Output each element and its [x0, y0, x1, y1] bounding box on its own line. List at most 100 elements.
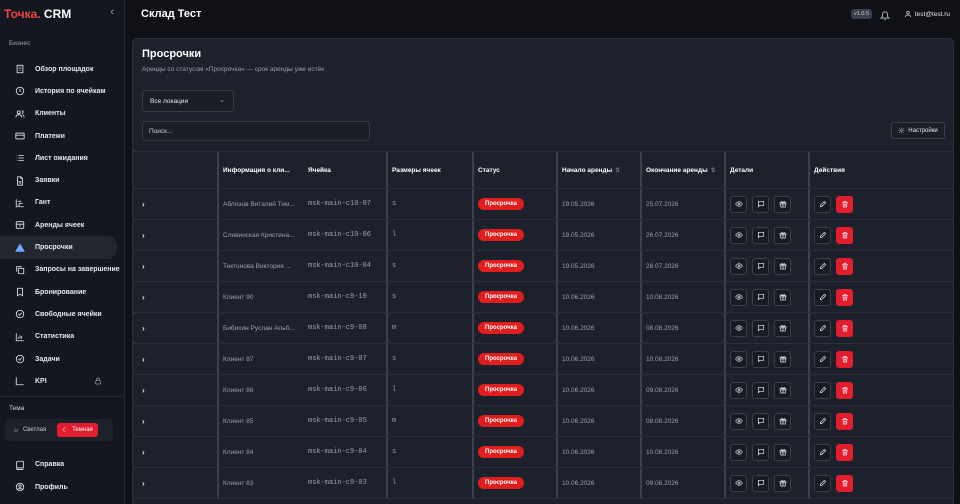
- bell-icon[interactable]: [879, 8, 891, 26]
- table-row[interactable]: › Абляэов Виталий Тим... msk-main-c10-07 s П…: [133, 189, 953, 220]
- chevron-right-icon[interactable]: ›: [142, 293, 145, 302]
- view-button[interactable]: [730, 474, 747, 492]
- comment-button[interactable]: [752, 257, 769, 275]
- view-button[interactable]: [730, 195, 747, 213]
- sidebar-item-0[interactable]: Обзор площадок: [0, 58, 124, 80]
- sidebar-item-12[interactable]: Статистика: [0, 326, 124, 348]
- gift-button[interactable]: [774, 195, 791, 213]
- edit-button[interactable]: [814, 226, 831, 244]
- sidebar-item-8[interactable]: Просрочки: [0, 236, 117, 259]
- edit-button[interactable]: [814, 319, 831, 337]
- chevron-right-icon[interactable]: ›: [142, 448, 145, 457]
- gift-button[interactable]: [774, 319, 791, 337]
- chevron-right-icon[interactable]: ›: [142, 355, 145, 364]
- sidebar-item-2[interactable]: Клиенты: [0, 103, 124, 125]
- view-button[interactable]: [730, 381, 747, 399]
- gift-button[interactable]: [774, 443, 791, 461]
- comment-button[interactable]: [752, 350, 769, 368]
- chevron-right-icon[interactable]: ›: [142, 262, 145, 271]
- table-row[interactable]: › Сливинская Кристина... msk-main-c10-06 l П…: [133, 220, 953, 251]
- gift-button[interactable]: [774, 350, 791, 368]
- theme-dark-button[interactable]: ☾ Темная: [57, 423, 98, 438]
- collapse-sidebar-icon[interactable]: ‹: [110, 6, 114, 18]
- edit-button[interactable]: [814, 257, 831, 275]
- edit-button[interactable]: [814, 412, 831, 430]
- table-row[interactable]: › Бибихин Руслан Альб... msk-main-c9-08 m Пр…: [133, 313, 953, 344]
- gift-button[interactable]: [774, 257, 791, 275]
- delete-button[interactable]: [836, 226, 853, 244]
- search-input[interactable]: [142, 121, 370, 141]
- delete-button[interactable]: [836, 443, 853, 461]
- delete-button[interactable]: [836, 350, 853, 368]
- edit-button[interactable]: [814, 350, 831, 368]
- sidebar-bottom-item-0[interactable]: Справка: [0, 453, 124, 476]
- header-status[interactable]: Статус: [472, 152, 556, 188]
- sidebar-item-5[interactable]: Заявки: [0, 169, 124, 191]
- edit-button[interactable]: [814, 381, 831, 399]
- delete-button[interactable]: [836, 474, 853, 492]
- chevron-right-icon[interactable]: ›: [142, 386, 145, 395]
- gift-button[interactable]: [774, 288, 791, 306]
- sidebar-item-11[interactable]: Свободные ячейки: [0, 303, 124, 325]
- comment-button[interactable]: [752, 319, 769, 337]
- table-row[interactable]: › Клиент 83 msk-main-c9-03 l Просрочка 10.06.…: [133, 468, 953, 499]
- comment-button[interactable]: [752, 474, 769, 492]
- comment-button[interactable]: [752, 381, 769, 399]
- view-button[interactable]: [730, 412, 747, 430]
- comment-button[interactable]: [752, 412, 769, 430]
- comment-button[interactable]: [752, 443, 769, 461]
- comment-button[interactable]: [752, 195, 769, 213]
- sidebar-item-7[interactable]: Аренды ячеек: [0, 214, 124, 236]
- table-row[interactable]: › Клиент 85 msk-main-c9-05 m Просрочка 10.06.…: [133, 406, 953, 437]
- delete-button[interactable]: [836, 257, 853, 275]
- header-start[interactable]: Начало аренды ⇅: [556, 152, 640, 188]
- sidebar-item-4[interactable]: Лист ожидания: [0, 147, 124, 169]
- gift-button[interactable]: [774, 226, 791, 244]
- location-select[interactable]: Все локации ⌄: [142, 90, 234, 112]
- view-button[interactable]: [730, 257, 747, 275]
- sort-icon[interactable]: ⇅: [711, 167, 716, 174]
- edit-button[interactable]: [814, 443, 831, 461]
- theme-light-button[interactable]: ☼ Светлая: [8, 423, 51, 437]
- edit-button[interactable]: [814, 474, 831, 492]
- view-button[interactable]: [730, 226, 747, 244]
- chevron-right-icon[interactable]: ›: [142, 417, 145, 426]
- delete-button[interactable]: [836, 319, 853, 337]
- header-client[interactable]: Информация о кли...: [217, 152, 302, 188]
- chevron-right-icon[interactable]: ›: [142, 200, 145, 209]
- table-row[interactable]: › Клиент 86 msk-main-c9-06 l Просрочка 10.06.…: [133, 375, 953, 406]
- table-row[interactable]: › Клиент 87 msk-main-c9-07 s Просрочка 10.06.…: [133, 344, 953, 375]
- view-button[interactable]: [730, 350, 747, 368]
- sort-icon[interactable]: ⇅: [615, 167, 620, 174]
- delete-button[interactable]: [836, 288, 853, 306]
- header-size[interactable]: Размеры ячеек: [386, 152, 472, 188]
- sidebar-item-1[interactable]: История по ячейкам: [0, 80, 124, 102]
- view-button[interactable]: [730, 319, 747, 337]
- table-row[interactable]: › Тектонова Виктория ... msk-main-c10-04 s П…: [133, 251, 953, 282]
- gift-button[interactable]: [774, 412, 791, 430]
- sidebar-item-14[interactable]: KPI: [0, 370, 124, 392]
- view-button[interactable]: [730, 443, 747, 461]
- edit-button[interactable]: [814, 288, 831, 306]
- sidebar-bottom-item-1[interactable]: Профиль: [0, 476, 124, 499]
- gift-button[interactable]: [774, 381, 791, 399]
- user-menu[interactable]: test@test.ru: [904, 10, 950, 18]
- delete-button[interactable]: [836, 381, 853, 399]
- logo[interactable]: Точка. CRM: [4, 7, 71, 21]
- delete-button[interactable]: [836, 195, 853, 213]
- view-button[interactable]: [730, 288, 747, 306]
- edit-button[interactable]: [814, 195, 831, 213]
- gift-button[interactable]: [774, 474, 791, 492]
- header-end[interactable]: Окончание аренды ⇅: [640, 152, 724, 188]
- header-cell[interactable]: Ячейка: [302, 152, 386, 188]
- sidebar-item-9[interactable]: Запросы на завершение: [0, 259, 124, 281]
- table-row[interactable]: › Клиент 84 msk-main-c9-04 s Просрочка 10.06.…: [133, 437, 953, 468]
- sidebar-item-6[interactable]: Гант: [0, 192, 124, 214]
- sidebar-item-10[interactable]: Бронирование: [0, 281, 124, 303]
- table-row[interactable]: › Клиент 90 msk-main-c9-10 s Просрочка 10.06.…: [133, 282, 953, 313]
- sidebar-item-13[interactable]: Задачи: [0, 348, 124, 370]
- settings-button[interactable]: Настройки: [891, 122, 945, 139]
- chevron-right-icon[interactable]: ›: [142, 324, 145, 333]
- chevron-right-icon[interactable]: ›: [142, 479, 145, 488]
- sidebar-bottom-item-2[interactable]: Выход: [0, 498, 124, 504]
